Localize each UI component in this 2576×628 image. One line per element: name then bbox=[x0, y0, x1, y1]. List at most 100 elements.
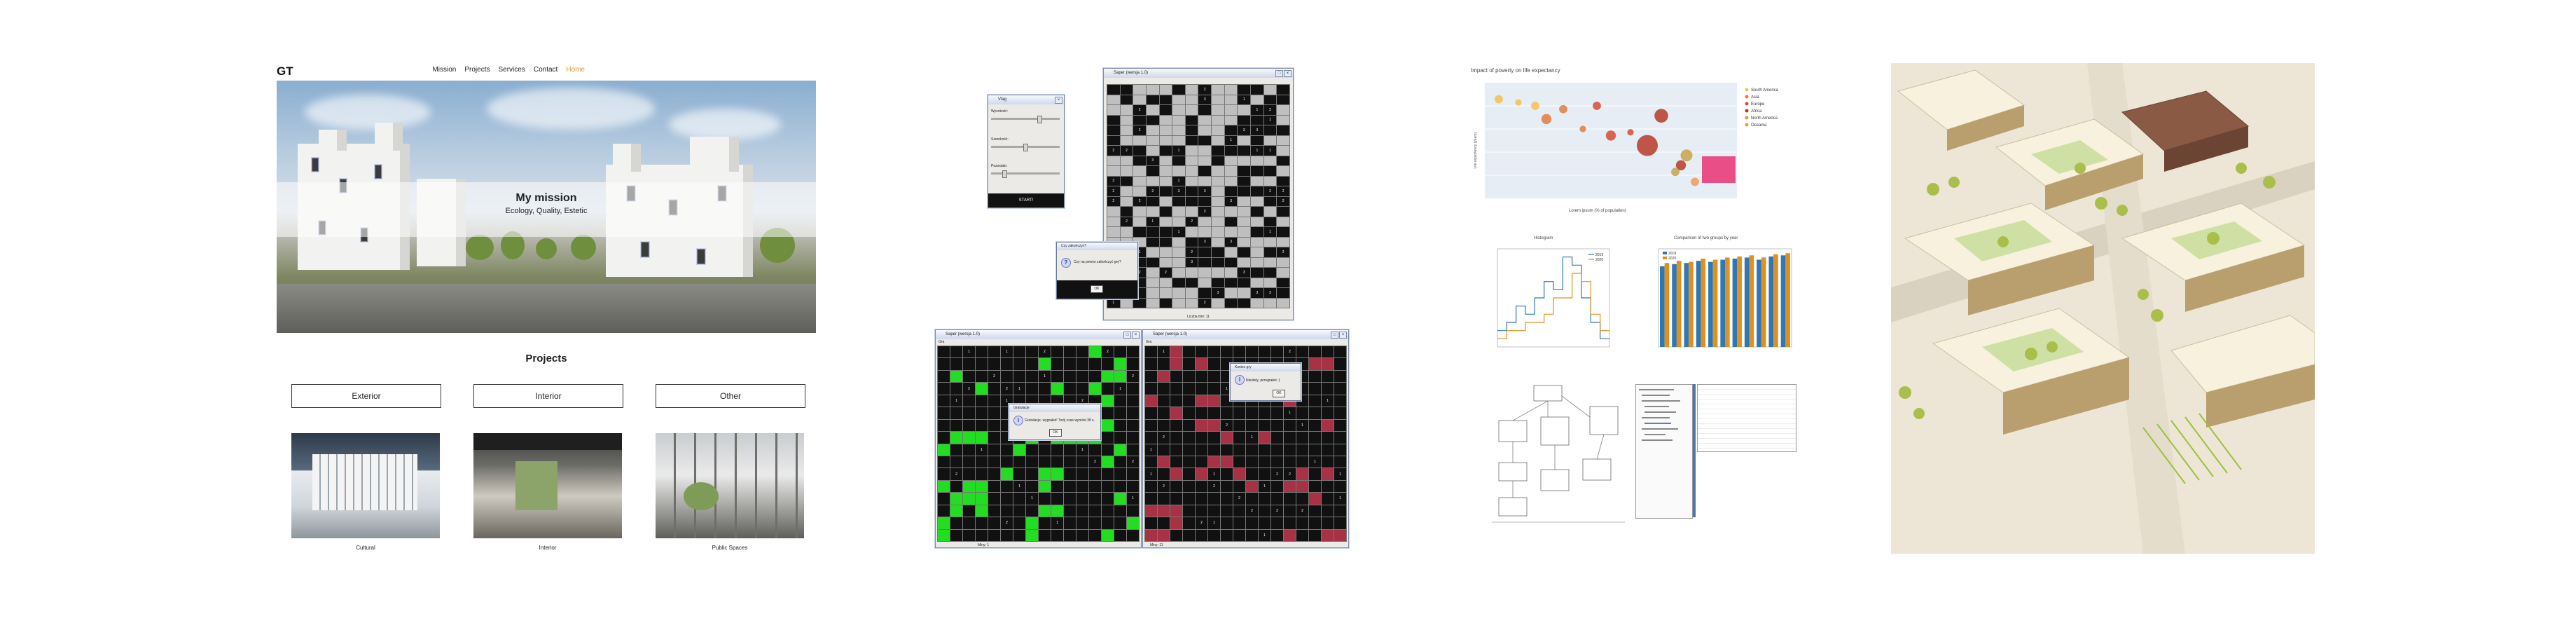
grid-cell[interactable] bbox=[1127, 468, 1139, 480]
grid-cell[interactable] bbox=[1185, 196, 1198, 206]
grid-cell[interactable] bbox=[1107, 85, 1120, 95]
grid-cell[interactable] bbox=[1133, 227, 1146, 237]
grid-cell[interactable]: 1 bbox=[1238, 95, 1251, 104]
grid-cell[interactable] bbox=[1284, 419, 1296, 432]
grid-cell[interactable] bbox=[1263, 207, 1277, 217]
grid-cell[interactable] bbox=[1208, 505, 1220, 517]
grid-cell[interactable] bbox=[1198, 268, 1212, 278]
grid-cell[interactable] bbox=[1170, 529, 1182, 541]
grid-cell[interactable] bbox=[1114, 358, 1126, 370]
grid-cell[interactable] bbox=[1013, 468, 1025, 480]
grid-cell[interactable] bbox=[1146, 227, 1159, 237]
grid-cell[interactable] bbox=[1127, 444, 1139, 456]
grid-cell[interactable]: 2 bbox=[1159, 268, 1172, 278]
grid-cell[interactable] bbox=[1196, 529, 1207, 541]
grid-cell[interactable] bbox=[1233, 480, 1245, 493]
grid-cell[interactable] bbox=[1296, 346, 1308, 358]
grid-cell[interactable] bbox=[1198, 217, 1212, 226]
grid-cell[interactable] bbox=[988, 432, 1000, 444]
grid-cell[interactable] bbox=[1114, 370, 1126, 383]
grid-cell[interactable] bbox=[1296, 517, 1308, 529]
grid-cell[interactable] bbox=[1089, 358, 1101, 370]
grid-cell[interactable] bbox=[1051, 444, 1063, 456]
grid-cell[interactable] bbox=[1102, 444, 1114, 456]
grid-cell[interactable] bbox=[1146, 278, 1159, 287]
grid-cell[interactable] bbox=[1107, 115, 1120, 125]
grid-cell[interactable] bbox=[1233, 468, 1245, 480]
grid-cell[interactable] bbox=[1309, 395, 1321, 407]
grid-cell[interactable] bbox=[1208, 383, 1220, 395]
grid-cell[interactable] bbox=[1039, 517, 1051, 529]
grid-cell[interactable] bbox=[1246, 529, 1258, 541]
grid-cell[interactable]: 2 bbox=[1196, 517, 1207, 529]
grid-cell[interactable] bbox=[1251, 237, 1263, 247]
grid-cell[interactable] bbox=[1114, 346, 1126, 358]
grid-cell[interactable] bbox=[938, 358, 950, 370]
grid-cell[interactable] bbox=[1196, 432, 1207, 444]
site-brand[interactable]: GT bbox=[277, 64, 293, 78]
grid-cell[interactable] bbox=[1208, 346, 1220, 358]
grid-cell[interactable]: 1 bbox=[1259, 529, 1270, 541]
grid-cell[interactable] bbox=[1114, 517, 1126, 529]
grid-cell[interactable] bbox=[1172, 207, 1185, 217]
grid-cell[interactable] bbox=[1212, 95, 1224, 104]
grid-cell[interactable] bbox=[1114, 419, 1126, 432]
grid-cell[interactable] bbox=[1212, 105, 1224, 115]
grid-cell[interactable]: 2 bbox=[1158, 432, 1170, 444]
grid-cell[interactable]: 1 bbox=[1322, 395, 1334, 407]
grid-cell[interactable] bbox=[1146, 268, 1159, 278]
grid-cell[interactable] bbox=[1212, 186, 1224, 196]
grid-cell[interactable] bbox=[988, 444, 1000, 456]
grid-cell[interactable] bbox=[1246, 407, 1258, 419]
grid-cell[interactable] bbox=[1334, 370, 1346, 383]
grid-cell[interactable] bbox=[988, 383, 1000, 395]
nav-contact[interactable]: Contact bbox=[534, 66, 558, 74]
grid-cell[interactable] bbox=[1309, 358, 1321, 370]
grid-cell[interactable] bbox=[988, 358, 1000, 370]
grid-cell[interactable] bbox=[1251, 257, 1263, 267]
grid-cell[interactable] bbox=[1251, 186, 1263, 196]
grid-cell[interactable]: 1 bbox=[1246, 432, 1258, 444]
grid-cell[interactable]: 1 bbox=[1127, 493, 1139, 505]
grid-cell[interactable] bbox=[1102, 529, 1114, 541]
grid-cell[interactable] bbox=[1183, 480, 1195, 493]
thumbnail-cultural[interactable] bbox=[291, 433, 440, 538]
grid-cell[interactable] bbox=[1170, 432, 1182, 444]
grid-cell[interactable] bbox=[963, 395, 975, 407]
grid-cell[interactable] bbox=[1146, 125, 1159, 135]
grid-cell[interactable] bbox=[1120, 105, 1133, 115]
grid-cell[interactable] bbox=[988, 456, 1000, 468]
grid-cell[interactable]: 2 bbox=[1102, 346, 1114, 358]
grid-cell[interactable] bbox=[950, 480, 962, 493]
grid-cell[interactable] bbox=[1185, 125, 1198, 135]
grid-cell[interactable] bbox=[1120, 85, 1133, 95]
grid-cell[interactable] bbox=[1221, 505, 1233, 517]
grid-cell[interactable] bbox=[1026, 529, 1038, 541]
grid-cell[interactable] bbox=[1322, 517, 1334, 529]
grid-cell[interactable] bbox=[1146, 135, 1159, 145]
grid-cell[interactable] bbox=[1224, 278, 1238, 287]
grid-cell[interactable] bbox=[1277, 146, 1289, 156]
grid-cell[interactable] bbox=[963, 407, 975, 419]
grid-cell[interactable] bbox=[1259, 456, 1270, 468]
grid-cell[interactable]: 2 bbox=[1107, 186, 1120, 196]
grid-cell[interactable]: 2 bbox=[1277, 186, 1289, 196]
grid-cell[interactable] bbox=[1322, 493, 1334, 505]
grid-cell[interactable] bbox=[1089, 517, 1101, 529]
nav-projects[interactable]: Projects bbox=[464, 66, 490, 74]
grid-cell[interactable] bbox=[1026, 505, 1038, 517]
grid-cell[interactable]: 2 bbox=[1001, 383, 1013, 395]
grid-cell[interactable] bbox=[1145, 493, 1157, 505]
grid-cell[interactable] bbox=[1145, 407, 1157, 419]
grid-cell[interactable] bbox=[1107, 166, 1120, 176]
grid-cell[interactable] bbox=[976, 370, 988, 383]
grid-cell[interactable] bbox=[1159, 288, 1172, 298]
grid-cell[interactable] bbox=[1334, 517, 1346, 529]
grid-cell[interactable] bbox=[950, 529, 962, 541]
grid-cell[interactable] bbox=[1076, 383, 1088, 395]
grid-cell[interactable] bbox=[1159, 95, 1172, 104]
grid-cell[interactable] bbox=[1263, 268, 1277, 278]
grid-cell[interactable] bbox=[938, 383, 950, 395]
grid-cell[interactable] bbox=[1322, 346, 1334, 358]
grid-cell[interactable] bbox=[1183, 505, 1195, 517]
